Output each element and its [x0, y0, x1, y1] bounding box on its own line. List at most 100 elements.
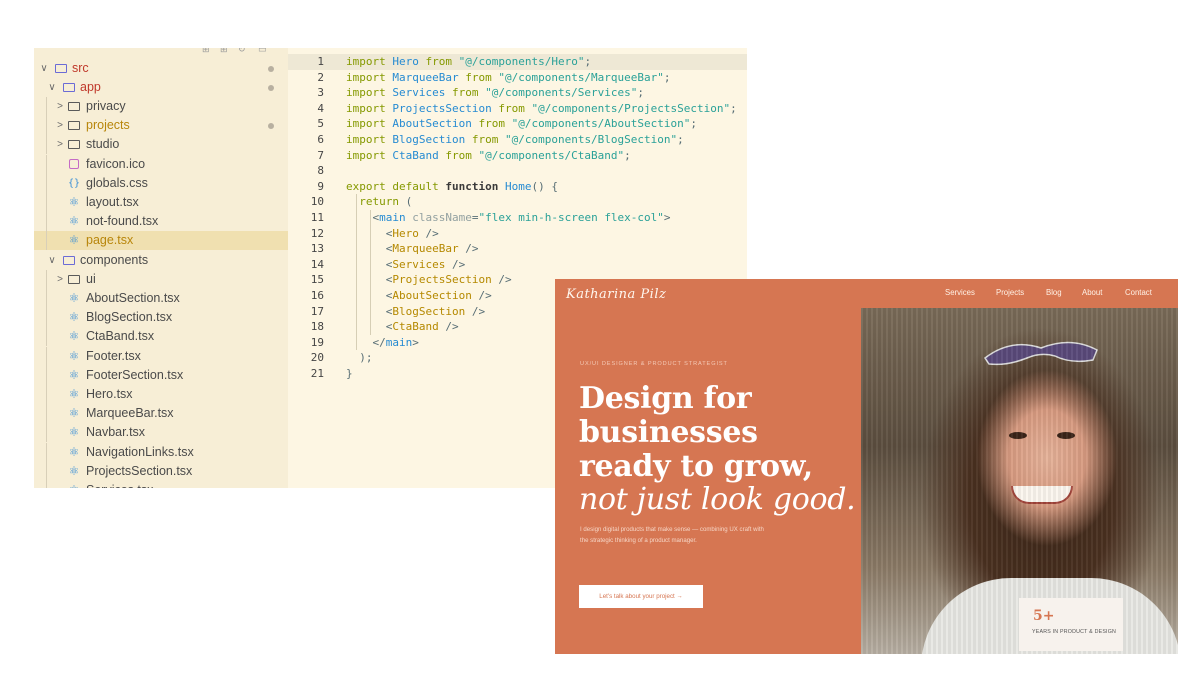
code-text: );: [346, 351, 373, 365]
refresh-icon[interactable]: ↻: [238, 48, 246, 55]
chevron-down-icon[interactable]: ∨: [38, 59, 50, 78]
chevron-down-icon[interactable]: ∨: [46, 251, 58, 270]
file-tree-item[interactable]: > studio: [34, 135, 288, 155]
file-tree-label: components: [80, 252, 149, 267]
code-line: 2 import MarqueeBar from "@/components/Ma…: [288, 70, 747, 86]
file-tree-label: page.tsx: [86, 233, 134, 248]
nav-link-about[interactable]: About: [1082, 288, 1102, 297]
code-text: }: [346, 367, 353, 380]
file-tree-item[interactable]: ⚛ Hero.tsx: [34, 384, 288, 404]
site-logo[interactable]: Katharina Pilz: [566, 287, 666, 302]
modified-dot-icon: [268, 65, 274, 72]
file-tree-item[interactable]: ⚛ Footer.tsx: [34, 346, 288, 366]
modified-dot-icon: [268, 84, 274, 91]
folder-icon: [67, 270, 81, 289]
file-tree-label: Hero.tsx: [86, 386, 133, 401]
line-number: 2: [317, 70, 324, 84]
react-file-icon: ⚛: [68, 194, 80, 209]
file-tree-item[interactable]: ∨ components: [34, 251, 288, 270]
file-tree-item[interactable]: ∨ app: [34, 78, 288, 97]
code-line: 9 export default function Home() {: [288, 179, 747, 195]
file-tree-item[interactable]: ∨ src: [34, 59, 288, 78]
file-tree-label: MarqueeBar.tsx: [86, 406, 174, 421]
code-line: 4 import ProjectsSection from "@/componen…: [288, 101, 747, 117]
file-tree-item[interactable]: ⚛ layout.tsx: [34, 192, 288, 212]
code-text: <BlogSection />: [385, 304, 486, 318]
line-number: 16: [310, 289, 324, 302]
line-number: 7: [317, 148, 324, 162]
file-tree-item[interactable]: {} globals.css: [34, 173, 288, 193]
folder-icon: [67, 135, 81, 154]
code-text: <MarqueeBar />: [385, 242, 479, 256]
file-tree-label: AboutSection.tsx: [86, 290, 180, 305]
nav-link-projects[interactable]: Projects: [996, 288, 1024, 297]
line-number: 5: [317, 117, 324, 131]
file-tree-item[interactable]: > privacy: [34, 96, 288, 116]
file-tree-label: ProjectsSection.tsx: [86, 463, 193, 478]
line-number: 11: [310, 211, 324, 224]
cta-button[interactable]: Let's talk about your project →: [579, 585, 703, 608]
folder-icon: [67, 116, 81, 135]
file-tree-item[interactable]: favicon.ico: [34, 154, 288, 174]
line-number: 8: [317, 164, 324, 178]
file-tree-label: not-found.tsx: [86, 214, 159, 229]
file-tree-label: src: [72, 60, 89, 75]
line-number: 3: [317, 86, 324, 100]
chevron-right-icon[interactable]: >: [54, 135, 66, 154]
file-tree-item[interactable]: ⚛ AboutSection.tsx: [34, 288, 288, 308]
hero-kicker: UX/UI DESIGNER & PRODUCT STRATEGIST: [580, 361, 728, 367]
line-number: 9: [317, 179, 324, 193]
indent-guide: [370, 210, 371, 335]
react-file-icon: ⚛: [68, 214, 80, 229]
code-text: <Hero />: [385, 226, 439, 240]
nav-link-services[interactable]: Services: [945, 288, 975, 297]
line-number: 10: [310, 195, 324, 209]
file-tree-label: Services.tsx: [86, 481, 153, 488]
file-tree-item[interactable]: ⚛ FooterSection.tsx: [34, 365, 288, 385]
file-tree-label: layout.tsx: [86, 194, 139, 209]
react-file-icon: ⚛: [68, 329, 80, 344]
chevron-right-icon[interactable]: >: [54, 97, 66, 116]
file-tree-label: app: [80, 79, 101, 94]
file-tree-item[interactable]: ⚛ MarqueeBar.tsx: [34, 404, 288, 424]
file-tree-item[interactable]: ⚛ BlogSection.tsx: [34, 308, 288, 328]
badge-number: 5+: [1033, 608, 1055, 624]
folder-icon: [62, 78, 76, 97]
new-folder-icon[interactable]: ⊞: [220, 48, 228, 55]
file-tree-label: ui: [86, 271, 96, 286]
file-tree-label: Footer.tsx: [86, 348, 141, 363]
file-tree-item[interactable]: > projects: [34, 116, 288, 136]
file-tree-item[interactable]: ⚛ Navbar.tsx: [34, 423, 288, 443]
chevron-right-icon[interactable]: >: [54, 116, 66, 135]
code-text: import ProjectsSection from "@/component…: [346, 101, 737, 115]
chevron-right-icon[interactable]: >: [54, 270, 66, 289]
file-tree-item[interactable]: > ui: [34, 269, 288, 289]
react-file-icon: ⚛: [68, 367, 80, 382]
file-tree-item[interactable]: ⚛ CtaBand.tsx: [34, 327, 288, 347]
line-number: 18: [310, 320, 324, 334]
file-tree-item[interactable]: ⚛ not-found.tsx: [34, 212, 288, 232]
file-tree-label: globals.css: [86, 175, 148, 190]
file-tree-item[interactable]: ⚛ page.tsx: [34, 231, 288, 251]
code-text: <Services />: [385, 257, 466, 271]
file-tree-label: NavigationLinks.tsx: [86, 444, 194, 459]
file-tree-label: FooterSection.tsx: [86, 367, 184, 382]
image-file-icon: [67, 155, 81, 174]
collapse-icon[interactable]: ▭: [258, 48, 267, 55]
file-tree-item[interactable]: ⚛ Services.tsx: [34, 480, 288, 488]
line-number: 6: [317, 133, 324, 146]
nav-link-blog[interactable]: Blog: [1046, 288, 1062, 297]
code-line: 6 import BlogSection from "@/components/B…: [288, 132, 747, 148]
line-number: 15: [310, 273, 324, 287]
code-text: import Services from "@/components/Servi…: [346, 86, 645, 100]
chevron-down-icon[interactable]: ∨: [46, 78, 58, 97]
nav-link-contact[interactable]: Contact: [1125, 288, 1152, 297]
new-file-icon[interactable]: ⊞: [202, 48, 210, 55]
hero-headline-line-2: businesses: [579, 415, 758, 450]
code-text: <main className="flex min-h-screen flex-…: [346, 211, 671, 224]
badge-label: YEARS IN PRODUCT & DESIGN: [1032, 629, 1117, 635]
file-tree-label: Navbar.tsx: [86, 425, 146, 440]
file-tree-item[interactable]: ⚛ NavigationLinks.tsx: [34, 442, 288, 462]
code-text: export default function Home() {: [346, 179, 558, 193]
file-tree-item[interactable]: ⚛ ProjectsSection.tsx: [34, 461, 288, 481]
